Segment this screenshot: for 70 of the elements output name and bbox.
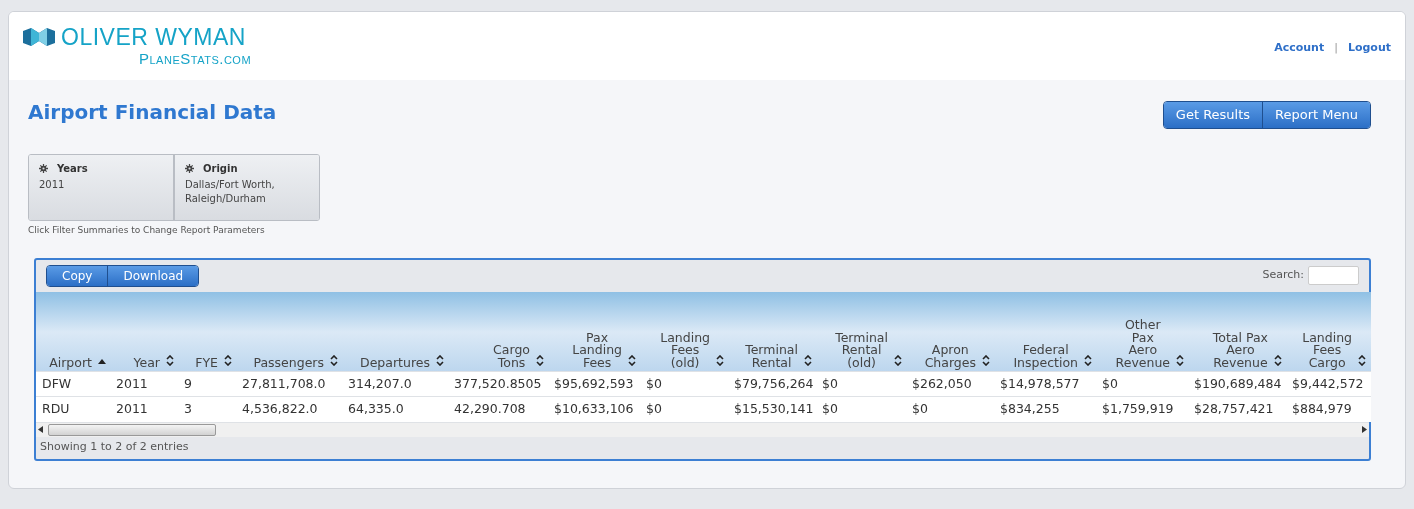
column-header[interactable]: Terminal Rental (old): [816, 291, 906, 372]
page-title: Airport Financial Data: [28, 100, 277, 124]
table-cell: 3: [178, 396, 236, 422]
table-button[interactable]: Download: [107, 265, 199, 286]
column-header[interactable]: Other Pax Aero Revenue: [1096, 291, 1188, 372]
header-link[interactable]: Account: [1274, 40, 1325, 57]
filter-hint: Click Filter Summaries to Change Report Parameters: [28, 224, 266, 237]
table-cell: 42,290.708: [448, 396, 548, 422]
entries-info: Showing 1 to 2 of 2 entries: [40, 439, 189, 456]
column-header[interactable]: Landing Fees (old): [640, 291, 728, 372]
table-cell: $190,689,484: [1188, 371, 1286, 397]
link-separator: |: [1334, 40, 1338, 56]
column-header[interactable]: Cargo Tons: [448, 291, 548, 372]
table-cell: $0: [1096, 371, 1188, 397]
header-link[interactable]: Logout: [1347, 40, 1391, 57]
table-cell: $884,979: [1286, 396, 1370, 422]
table-cell: $0: [640, 396, 728, 422]
filter-value: 2011: [39, 178, 66, 192]
search-field[interactable]: [1308, 266, 1359, 285]
table-cell: 2011: [110, 371, 178, 397]
table-cell: 64,335.0: [342, 396, 448, 422]
table-button[interactable]: Copy: [47, 265, 108, 286]
site-name: PlaneStats.com: [139, 50, 252, 68]
column-header[interactable]: Airport: [36, 291, 110, 372]
scroll-left-icon[interactable]: [38, 426, 43, 433]
gear-icon: [39, 164, 48, 173]
column-header[interactable]: Apron Charges: [906, 291, 994, 372]
table-cell: $834,255: [994, 396, 1096, 422]
table-cell: $14,978,577: [994, 371, 1096, 397]
column-header[interactable]: Landing Fees Cargo: [1286, 291, 1370, 372]
column-header[interactable]: Departures: [342, 291, 448, 372]
column-header[interactable]: Pax Landing Fees: [548, 291, 640, 372]
table-cell: $1,759,919: [1096, 396, 1188, 422]
table-cell: $95,692,593: [548, 371, 640, 397]
table-cell: $9,442,572: [1286, 371, 1370, 397]
scroll-right-icon[interactable]: [1362, 426, 1367, 433]
table-cell: 9: [178, 371, 236, 397]
table-cell: $0: [816, 396, 906, 422]
column-header[interactable]: FYE: [178, 291, 236, 372]
table-cell: $0: [816, 371, 906, 397]
column-header[interactable]: Federal Inspection: [994, 291, 1096, 372]
column-header[interactable]: Passengers: [236, 291, 342, 372]
filter-label: Years: [57, 162, 88, 176]
brand-name: OLIVER WYMAN: [61, 24, 246, 50]
filter-summary[interactable]: Years 2011: [29, 155, 173, 220]
action-button[interactable]: Report Menu: [1262, 102, 1370, 128]
table-cell: $28,757,421: [1188, 396, 1286, 422]
table-cell: 4,536,822.0: [236, 396, 342, 422]
gear-icon: [185, 164, 194, 173]
action-button[interactable]: Get Results: [1163, 102, 1263, 128]
column-header[interactable]: Year: [110, 291, 178, 372]
table-cell: 377,520.8505: [448, 371, 548, 397]
column-header[interactable]: Terminal Rental: [728, 291, 816, 372]
table-cell: $0: [640, 371, 728, 397]
table-cell: $10,633,106: [548, 396, 640, 422]
table-cell: RDU: [36, 396, 110, 422]
filter-label: Origin: [203, 162, 238, 176]
filter-value: Dallas/Fort Worth, Raleigh/Durham: [185, 178, 276, 206]
table-cell: $262,050: [906, 371, 994, 397]
table-cell: 27,811,708.0: [236, 371, 342, 397]
filter-summary[interactable]: Origin Dallas/Fort Worth, Raleigh/Durham: [173, 155, 319, 220]
table-cell: 314,207.0: [342, 371, 448, 397]
table-cell: 2011: [110, 396, 178, 422]
column-header[interactable]: Total Pax Aero Revenue: [1188, 291, 1286, 372]
logo-icon: [23, 28, 55, 46]
table-cell: $15,530,141: [728, 396, 816, 422]
table-cell: DFW: [36, 371, 110, 397]
table-cell: $0: [906, 396, 994, 422]
search-label: Search:: [1262, 267, 1304, 284]
table-cell: $79,756,264: [728, 371, 816, 397]
